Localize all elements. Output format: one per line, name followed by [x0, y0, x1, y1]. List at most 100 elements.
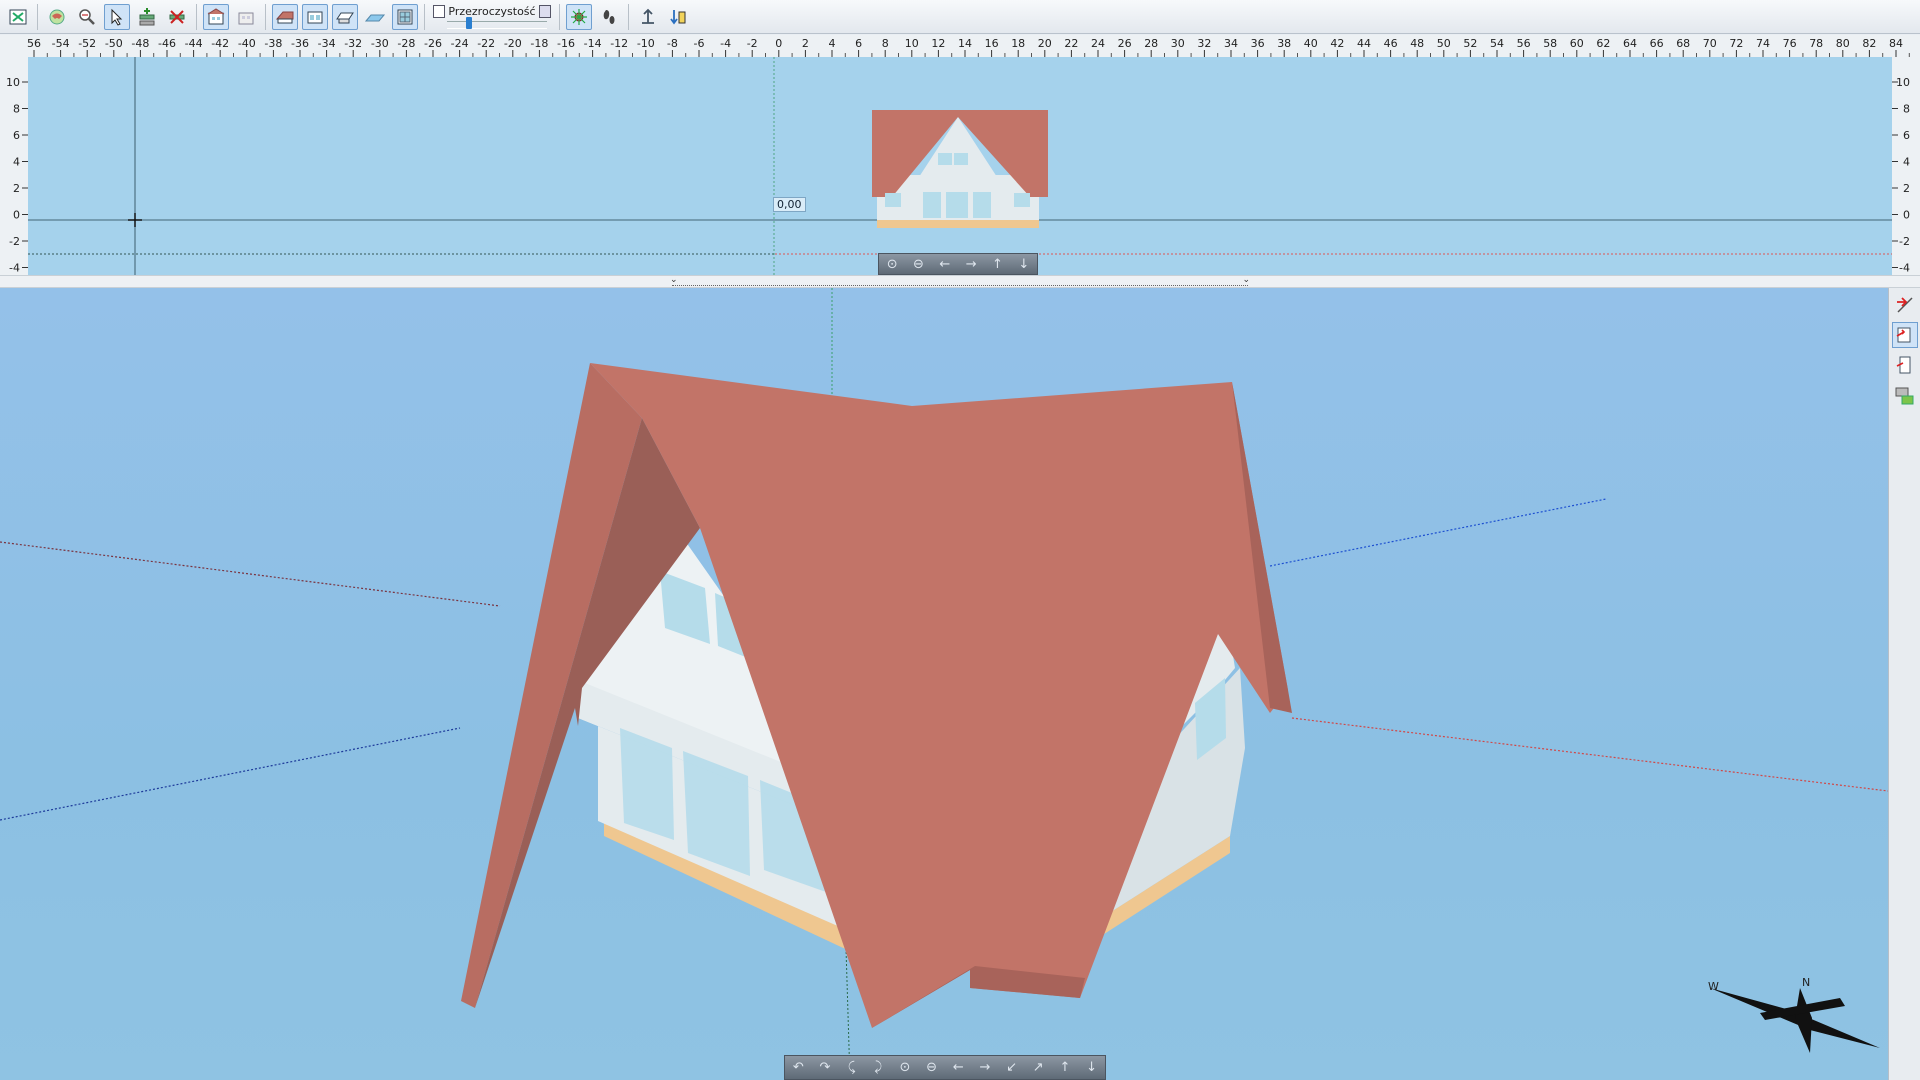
- ruler-x-label: 84: [1889, 37, 1903, 50]
- ruler-x-label: -42: [211, 37, 229, 50]
- level-up-icon[interactable]: [635, 4, 661, 30]
- transparency-house-icon: [538, 4, 551, 18]
- ruler-y-label-left: 0: [13, 209, 20, 222]
- ruler-x-label: -38: [264, 37, 282, 50]
- ruler-y-label-left: 2: [13, 182, 20, 195]
- toolbar-separator: [559, 3, 560, 30]
- compass-rose: N W: [1708, 976, 1880, 1053]
- ruler-x-label: 54: [1490, 37, 1504, 50]
- ruler-x-label: 62: [1596, 37, 1610, 50]
- cut-plane-icon[interactable]: [1892, 292, 1918, 318]
- ruler-x-label: 40: [1304, 37, 1318, 50]
- zoom-fit-button[interactable]: ⊙: [895, 1059, 915, 1077]
- move-forward-button[interactable]: ↗: [1028, 1059, 1048, 1077]
- pan-right-button[interactable]: →: [961, 255, 981, 273]
- tilt-down-button[interactable]: ⤸: [868, 1059, 888, 1077]
- ruler-x-label: 50: [1437, 37, 1451, 50]
- ruler-x-label: 12: [931, 37, 945, 50]
- ruler-x-label: -30: [371, 37, 389, 50]
- ruler-x-label: -18: [530, 37, 548, 50]
- walk-footprint-icon[interactable]: [596, 4, 622, 30]
- chevron-down-icon[interactable]: ⌄: [670, 275, 678, 285]
- ruler-x-label: 60: [1570, 37, 1584, 50]
- ruler-x-label: -32: [344, 37, 362, 50]
- window-right: [1014, 193, 1030, 207]
- select-arrow-icon[interactable]: [104, 3, 130, 30]
- crosshair-cursor: [128, 213, 142, 227]
- pan-left-button[interactable]: ←: [935, 255, 955, 273]
- view-floor-icon[interactable]: [233, 4, 259, 30]
- door-left: [923, 192, 941, 218]
- ruler-x-label: 78: [1809, 37, 1823, 50]
- ruler-x-label: 24: [1091, 37, 1105, 50]
- house-3d-model[interactable]: [461, 363, 1292, 1028]
- ruler-x-label: 8: [882, 37, 889, 50]
- ruler-x-label: 46: [1384, 37, 1398, 50]
- door-center: [946, 192, 968, 218]
- elevation-canvas[interactable]: 56 -54 -52 -50 -48 -46 -44 -42 -40 -38 -36 -34 -32 -3…: [0, 35, 1920, 275]
- view-splitter[interactable]: ⌄ ⌄: [0, 275, 1920, 288]
- window-left: [885, 193, 901, 207]
- toolbar-separator: [424, 3, 425, 30]
- pan-down-button[interactable]: ↓: [1014, 255, 1034, 273]
- ruler-y-label-right: 10: [1896, 76, 1910, 89]
- app-menu-icon[interactable]: [5, 4, 31, 30]
- transparency-slider-thumb[interactable]: [465, 16, 472, 29]
- ruler-x-label: 6: [855, 37, 862, 50]
- view-window-icon[interactable]: [392, 3, 418, 30]
- add-level-icon[interactable]: [134, 4, 160, 30]
- orbit-icon[interactable]: [44, 4, 70, 30]
- ruler-x-label: 56: [27, 37, 41, 50]
- view-roof-icon[interactable]: [272, 3, 298, 30]
- rotate-left-button[interactable]: ↶: [788, 1059, 808, 1077]
- camera-3d-icon[interactable]: [566, 3, 592, 30]
- ruler-x-label: 22: [1064, 37, 1078, 50]
- pan-up-button[interactable]: ↑: [1055, 1059, 1075, 1077]
- pan-up-button[interactable]: ↑: [987, 255, 1007, 273]
- ruler-x-label: 56: [1517, 37, 1531, 50]
- ruler-x-label: 42: [1330, 37, 1344, 50]
- ruler-x-label: -46: [158, 37, 176, 50]
- zoom-out-button[interactable]: ⊖: [908, 255, 928, 273]
- view-building-icon[interactable]: [203, 3, 229, 30]
- tilt-up-button[interactable]: ⤹: [842, 1059, 862, 1077]
- chevron-down-icon[interactable]: ⌄: [1242, 275, 1250, 285]
- ruler-x-label: 4: [829, 37, 836, 50]
- zoom-out-button[interactable]: ⊖: [922, 1059, 942, 1077]
- section-wall-icon[interactable]: [1891, 322, 1918, 348]
- pan-left-button[interactable]: ←: [948, 1059, 968, 1077]
- pan-right-button[interactable]: →: [975, 1059, 995, 1077]
- ruler-y-label-left: 6: [13, 129, 20, 142]
- ruler-x-label: 14: [958, 37, 972, 50]
- transparency-slider[interactable]: [447, 16, 547, 29]
- ruler-x-label: -22: [477, 37, 495, 50]
- ruler-x-label: -10: [637, 37, 655, 50]
- house-elevation[interactable]: [872, 110, 1048, 228]
- zoom-fit-button[interactable]: ⊙: [882, 255, 902, 273]
- elevation-view[interactable]: 56 -54 -52 -50 -48 -46 -44 -42 -40 -38 -36 -34 -32 -3…: [0, 35, 1920, 275]
- door-icon[interactable]: [1892, 352, 1918, 378]
- pan-down-button[interactable]: ↓: [1082, 1059, 1102, 1077]
- 3d-view[interactable]: N W ↶ ↷ ⤹ ⤸ ⊙ ⊖ ← → ↙ ↗ ↑ ↓: [0, 288, 1888, 1080]
- zoom-icon[interactable]: [74, 4, 100, 30]
- rotate-right-button[interactable]: ↷: [815, 1059, 835, 1077]
- ruler-x-label: 2: [802, 37, 809, 50]
- view-terrain-icon[interactable]: [362, 4, 388, 30]
- transparency-icon: [433, 4, 446, 18]
- ruler-x-label: 28: [1144, 37, 1158, 50]
- remove-level-icon[interactable]: [164, 4, 190, 30]
- ruler-x-label: -50: [105, 37, 123, 50]
- ruler-x-label: -6: [694, 37, 705, 50]
- level-down-icon[interactable]: [665, 4, 691, 30]
- view-slab-icon[interactable]: [332, 3, 358, 30]
- ruler-y-label-right: -4: [1899, 262, 1910, 275]
- splitter-handle[interactable]: ⌄ ⌄: [670, 275, 1250, 286]
- ruler-x-label: 0: [775, 37, 782, 50]
- ruler-x-label: -34: [318, 37, 336, 50]
- ruler-x-label: 70: [1703, 37, 1717, 50]
- view-walls-icon[interactable]: [302, 3, 328, 30]
- camera-list-icon[interactable]: [1892, 382, 1918, 408]
- 3d-scene-canvas[interactable]: N W: [0, 288, 1888, 1080]
- ruler-y-label-left: -4: [9, 262, 20, 275]
- move-back-button[interactable]: ↙: [1002, 1059, 1022, 1077]
